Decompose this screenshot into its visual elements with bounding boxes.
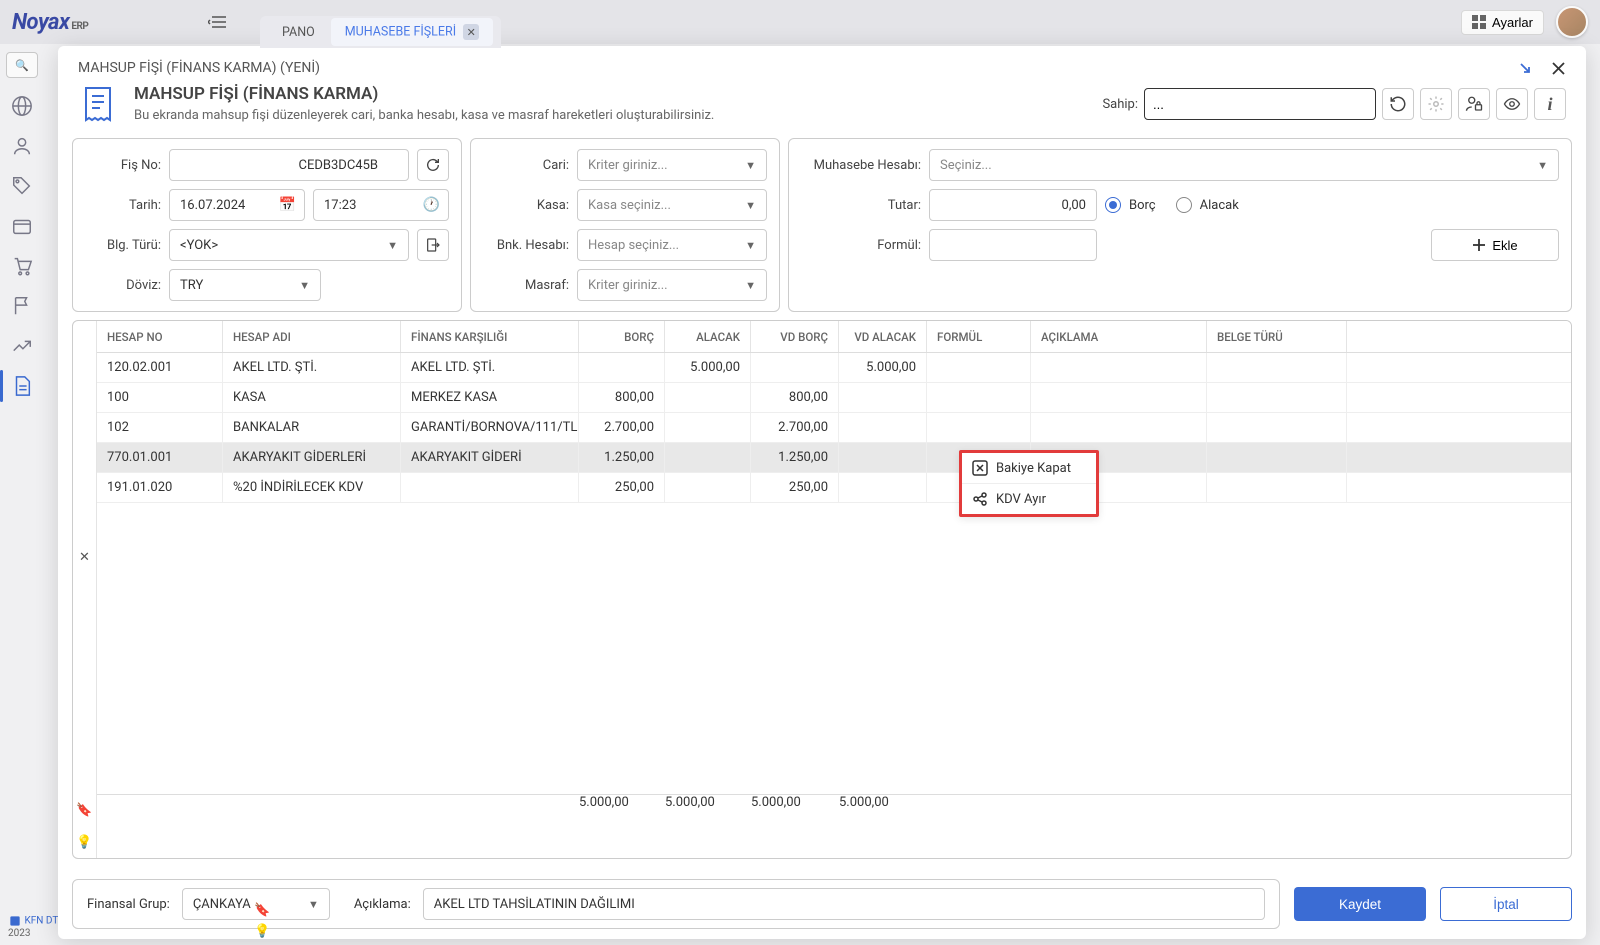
close-icon[interactable] xyxy=(1551,61,1566,76)
sahip-label: Sahip: xyxy=(1102,97,1138,112)
alacak-radio[interactable] xyxy=(1176,197,1192,213)
tutar-input[interactable]: 0,00 xyxy=(929,189,1097,221)
tarih-label: Tarih: xyxy=(85,198,161,213)
bakiye-kapat-menuitem[interactable]: Bakiye Kapat xyxy=(962,453,1096,484)
doviz-label: Döviz: xyxy=(85,278,161,293)
muh-select[interactable]: Seçiniz...▼ xyxy=(929,149,1559,181)
bookmark-icon[interactable]: 🔖 xyxy=(73,794,96,826)
export-icon[interactable] xyxy=(417,229,449,261)
total-vda: 5.000,00 xyxy=(839,795,927,826)
tab-pano[interactable]: PANO xyxy=(268,19,329,46)
saat-input[interactable]: 17:23🕐 xyxy=(313,189,449,221)
borc-label: Borç xyxy=(1129,198,1156,213)
tarih-input[interactable]: 16.07.2024📅 xyxy=(169,189,305,221)
table-row[interactable]: 120.02.001AKEL LTD. ŞTİ.AKEL LTD. ŞTİ.5.… xyxy=(97,353,1571,383)
muh-label: Muhasebe Hesabı: xyxy=(801,158,921,173)
bookmark-bg-icon[interactable]: 🔖 xyxy=(254,903,270,918)
close-row-icon[interactable]: ✕ xyxy=(73,321,96,794)
receipt-icon xyxy=(78,84,118,124)
tutar-label: Tutar: xyxy=(801,198,921,213)
bnk-select[interactable]: Hesap seçiniz...▼ xyxy=(577,229,767,261)
kdv-ayir-menuitem[interactable]: KDV Ayır xyxy=(962,484,1096,514)
fis-no-label: Fiş No: xyxy=(85,158,161,173)
grid-header: HESAP NO HESAP ADI FİNANS KARŞILIĞI BORÇ… xyxy=(97,321,1571,353)
kaydet-button[interactable]: Kaydet xyxy=(1294,887,1426,921)
modal-title: MAHSUP FİŞİ (FİNANS KARMA) (YENİ) xyxy=(78,60,320,76)
total-alacak: 5.000,00 xyxy=(665,795,751,826)
blg-turu-select[interactable]: <YOK>▼ xyxy=(169,229,409,261)
table-row[interactable]: 100KASAMERKEZ KASA800,00800,00 xyxy=(97,383,1571,413)
user-lock-icon[interactable] xyxy=(1458,88,1490,120)
table-row[interactable]: 191.01.020%20 İNDİRİLECEK KDV250,00250,0… xyxy=(97,473,1571,503)
cari-label: Cari: xyxy=(483,158,569,173)
bulb-icon[interactable]: 💡 xyxy=(73,826,96,858)
table-row[interactable]: 102BANKALARGARANTİ/BORNOVA/111/TL2.700,0… xyxy=(97,413,1571,443)
minimize-icon[interactable] xyxy=(1517,60,1533,76)
sahip-input[interactable] xyxy=(1144,88,1376,120)
modal-heading: MAHSUP FİŞİ (FİNANS KARMA) xyxy=(134,84,714,104)
masraf-label: Masraf: xyxy=(483,278,569,293)
fg-label: Finansal Grup: xyxy=(87,897,170,912)
tab-muhasebe-fisleri[interactable]: MUHASEBE FİŞLERİ ✕ xyxy=(331,18,494,46)
clock-icon: 🕐 xyxy=(423,197,440,213)
refresh-icon[interactable] xyxy=(1382,88,1414,120)
total-borc: 5.000,00 xyxy=(579,795,665,826)
regenerate-icon[interactable] xyxy=(417,149,449,181)
blg-turu-label: Blg. Türü: xyxy=(85,238,161,253)
kasa-select[interactable]: Kasa seçiniz...▼ xyxy=(577,189,767,221)
ekle-button[interactable]: Ekle xyxy=(1431,229,1559,261)
aciklama-input[interactable]: AKEL LTD TAHSİLATININ DAĞILIMI xyxy=(423,888,1265,920)
bulb-bg-icon[interactable]: 💡 xyxy=(254,924,270,939)
bnk-label: Bnk. Hesabı: xyxy=(483,238,569,253)
table-row[interactable]: 770.01.001AKARYAKIT GİDERLERİAKARYAKIT G… xyxy=(97,443,1571,473)
kasa-label: Kasa: xyxy=(483,198,569,213)
alacak-label: Alacak xyxy=(1200,198,1239,213)
formul-label: Formül: xyxy=(801,238,921,253)
gear-icon[interactable] xyxy=(1420,88,1452,120)
masraf-select[interactable]: Kriter giriniz...▼ xyxy=(577,269,767,301)
split-icon xyxy=(972,491,988,507)
calendar-icon: 📅 xyxy=(279,197,296,213)
doviz-select[interactable]: TRY▼ xyxy=(169,269,321,301)
tab-close-icon[interactable]: ✕ xyxy=(463,24,479,40)
cari-select[interactable]: Kriter giriniz...▼ xyxy=(577,149,767,181)
modal-subtitle: Bu ekranda mahsup fişi düzenleyerek cari… xyxy=(134,108,714,123)
fis-no-input[interactable]: CEDB3DC45B xyxy=(169,149,409,181)
close-square-icon xyxy=(972,460,988,476)
iptal-button[interactable]: İptal xyxy=(1440,887,1572,921)
eye-icon[interactable] xyxy=(1496,88,1528,120)
aciklama-label: Açıklama: xyxy=(354,897,411,912)
context-menu: Bakiye Kapat KDV Ayır xyxy=(959,450,1099,517)
borc-radio[interactable] xyxy=(1105,197,1121,213)
total-vdb: 5.000,00 xyxy=(751,795,839,826)
info-icon[interactable]: i xyxy=(1534,88,1566,120)
formul-input[interactable] xyxy=(929,229,1097,261)
